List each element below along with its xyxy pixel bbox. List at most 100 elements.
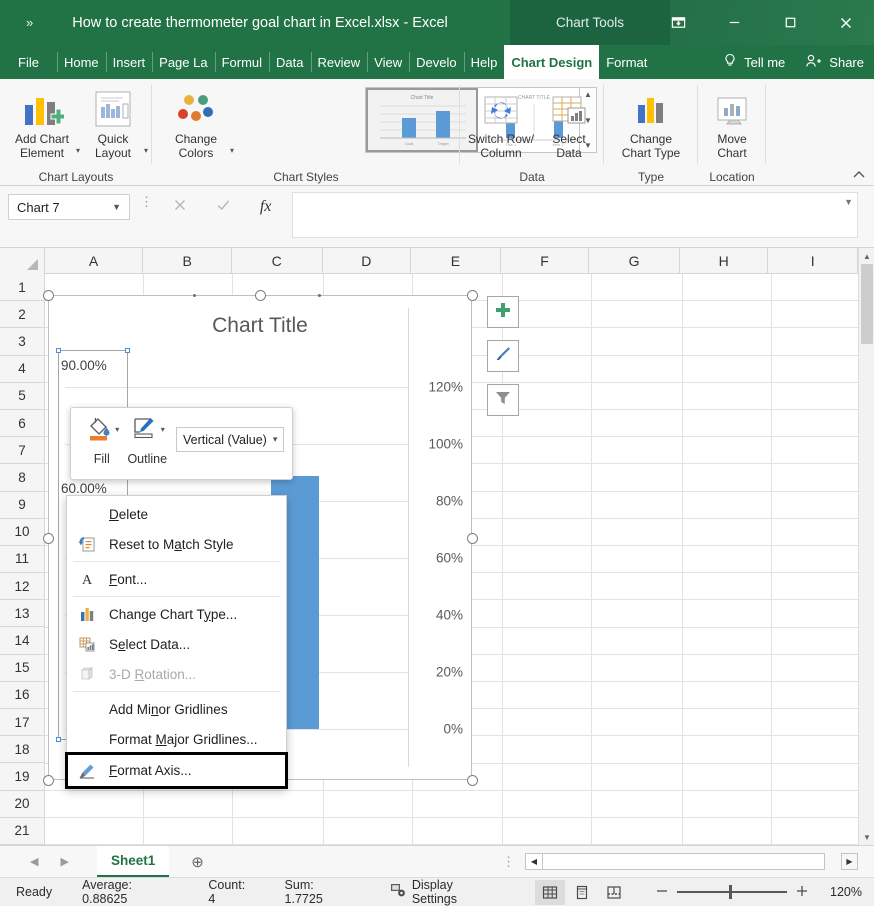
sheet-bar-grip[interactable]: ⋮ xyxy=(502,855,515,868)
switch-row-column-button[interactable]: Switch Row/ Column xyxy=(466,87,536,160)
row-header-8[interactable]: 8 xyxy=(0,464,45,492)
vertical-scrollbar[interactable]: ▲ ▼ xyxy=(858,248,874,845)
page-layout-view-icon[interactable] xyxy=(567,880,597,905)
chart-filters-button[interactable] xyxy=(487,384,519,416)
column-header-D[interactable]: D xyxy=(323,248,412,274)
row-header-18[interactable]: 18 xyxy=(0,736,45,764)
sheet-prev-icon[interactable]: ◀ xyxy=(30,855,38,868)
menu-item-reset-to-match-style[interactable]: Reset to Match Style xyxy=(67,529,286,559)
tab-chart-design[interactable]: Chart Design xyxy=(504,45,600,79)
fill-caret-icon[interactable]: ▾ xyxy=(115,425,119,434)
chart-elements-button[interactable] xyxy=(487,296,519,328)
tab-insert[interactable]: Insert xyxy=(105,45,153,79)
column-header-E[interactable]: E xyxy=(411,248,501,274)
row-header-21[interactable]: 21 xyxy=(0,817,45,845)
hscroll-left-icon[interactable]: ◀ xyxy=(526,854,543,869)
column-header-C[interactable]: C xyxy=(232,248,323,274)
row-header-11[interactable]: 11 xyxy=(0,545,45,574)
quick-access-toolbar-expand-icon[interactable]: » xyxy=(26,16,33,29)
mini-toolbar[interactable]: ▾ Fill ▾ Outline Vertical (Value) ▾ xyxy=(70,407,293,480)
zoom-out-icon[interactable] xyxy=(655,885,669,900)
tab-developer[interactable]: Develo xyxy=(409,45,463,79)
row-header-2[interactable]: 2 xyxy=(0,301,45,329)
menu-item-font[interactable]: A Font... xyxy=(67,564,286,594)
row-header-4[interactable]: 4 xyxy=(0,355,45,383)
normal-view-icon[interactable] xyxy=(534,879,565,905)
sheet-tab-sheet1[interactable]: Sheet1 xyxy=(96,846,170,877)
chart-element-selector[interactable]: Vertical (Value) ▾ xyxy=(176,427,284,452)
menu-item-format-major-gridlines[interactable]: Format Major Gridlines... xyxy=(67,724,286,754)
row-header-20[interactable]: 20 xyxy=(0,790,45,818)
zoom-slider-thumb[interactable] xyxy=(728,885,733,899)
maximize-icon[interactable] xyxy=(762,0,818,45)
menu-item-change-chart-type[interactable]: Change Chart Type... xyxy=(67,599,286,629)
row-header-9[interactable]: 9 xyxy=(0,491,45,519)
tab-view[interactable]: View xyxy=(367,45,409,79)
display-settings-button[interactable]: Display Settings xyxy=(390,878,499,906)
vertical-scroll-thumb[interactable] xyxy=(861,264,873,344)
sheet-next-icon[interactable]: ▶ xyxy=(60,855,68,868)
tell-me-button[interactable]: Tell me xyxy=(713,45,795,79)
menu-item-delete[interactable]: Delete xyxy=(67,499,286,529)
tab-review[interactable]: Review xyxy=(310,45,368,79)
row-header-12[interactable]: 12 xyxy=(0,573,45,601)
outline-caret-icon[interactable]: ▾ xyxy=(161,425,165,434)
hscroll-right-icon[interactable]: ▶ xyxy=(841,853,858,870)
chart-resize-handle-mr[interactable] xyxy=(467,533,478,544)
enter-check-icon[interactable] xyxy=(216,198,231,216)
row-header-14[interactable]: 14 xyxy=(0,627,45,655)
formula-bar-grip[interactable]: ⋮ xyxy=(140,195,153,208)
minimize-icon[interactable] xyxy=(706,0,762,45)
row-header-3[interactable]: 3 xyxy=(0,328,45,356)
row-header-16[interactable]: 16 xyxy=(0,681,45,709)
formula-bar-expand-icon[interactable]: ▼ xyxy=(844,197,853,207)
chart-resize-handle-br[interactable] xyxy=(467,775,478,786)
column-header-I[interactable]: I xyxy=(768,248,859,274)
row-header-13[interactable]: 13 xyxy=(0,600,45,628)
zoom-slider[interactable] xyxy=(676,885,787,899)
quick-layout-button[interactable]: Quick Layout ▾ xyxy=(82,87,148,160)
row-header-1[interactable]: 1 xyxy=(0,274,45,302)
horizontal-scrollbar[interactable]: ◀ xyxy=(525,853,825,870)
add-chart-element-button[interactable]: Add Chart Element ▾ xyxy=(6,87,80,160)
chart-styles-button[interactable] xyxy=(487,340,519,372)
fill-button[interactable]: ▾ Fill xyxy=(79,414,125,466)
close-icon[interactable] xyxy=(818,0,874,45)
change-colors-caret-icon[interactable]: ▾ xyxy=(230,144,234,158)
row-header-7[interactable]: 7 xyxy=(0,437,45,465)
scroll-down-icon[interactable]: ▼ xyxy=(859,829,874,845)
axis-handle-tr[interactable] xyxy=(125,348,130,353)
name-box[interactable]: Chart 7 ▼ xyxy=(8,194,130,220)
column-header-B[interactable]: B xyxy=(143,248,232,274)
quick-layout-caret-icon[interactable]: ▾ xyxy=(144,144,148,158)
select-all-corner[interactable] xyxy=(0,248,45,274)
change-colors-button[interactable]: Change Colors ▾ xyxy=(162,87,234,160)
context-menu[interactable]: Delete Reset to Match Style A Font... Ch… xyxy=(65,495,288,789)
row-header-15[interactable]: 15 xyxy=(0,654,45,682)
chart-resize-handle-bl[interactable] xyxy=(43,775,54,786)
row-header-19[interactable]: 19 xyxy=(0,763,45,791)
chart-resize-handle-ml[interactable] xyxy=(43,533,54,544)
column-header-F[interactable]: F xyxy=(501,248,590,274)
scroll-up-icon[interactable]: ▲ xyxy=(859,248,874,264)
add-chart-element-caret-icon[interactable]: ▾ xyxy=(76,144,80,158)
zoom-in-icon[interactable] xyxy=(795,885,809,900)
chart-resize-handle-tl[interactable] xyxy=(43,290,54,301)
formula-input[interactable]: ▼ xyxy=(292,192,858,238)
change-chart-type-button[interactable]: Change Chart Type xyxy=(606,87,696,160)
menu-item-add-minor-gridlines[interactable]: Add Minor Gridlines xyxy=(67,694,286,724)
move-chart-button[interactable]: Move Chart xyxy=(700,87,764,160)
page-break-view-icon[interactable] xyxy=(599,880,629,905)
share-button[interactable]: Share xyxy=(795,45,874,79)
collapse-ribbon-icon[interactable] xyxy=(852,169,866,183)
tab-formulas[interactable]: Formul xyxy=(214,45,269,79)
chart-element-selector-caret-icon[interactable]: ▾ xyxy=(273,434,278,445)
chart-resize-handle-tr[interactable] xyxy=(467,290,478,301)
menu-item-format-axis[interactable]: Format Axis... xyxy=(65,752,288,789)
row-header-6[interactable]: 6 xyxy=(0,409,45,438)
row-header-10[interactable]: 10 xyxy=(0,518,45,546)
tab-page-layout[interactable]: Page La xyxy=(152,45,214,79)
column-header-G[interactable]: G xyxy=(589,248,680,274)
axis-handle-tl[interactable] xyxy=(56,348,61,353)
outline-button[interactable]: ▾ Outline xyxy=(125,414,171,466)
